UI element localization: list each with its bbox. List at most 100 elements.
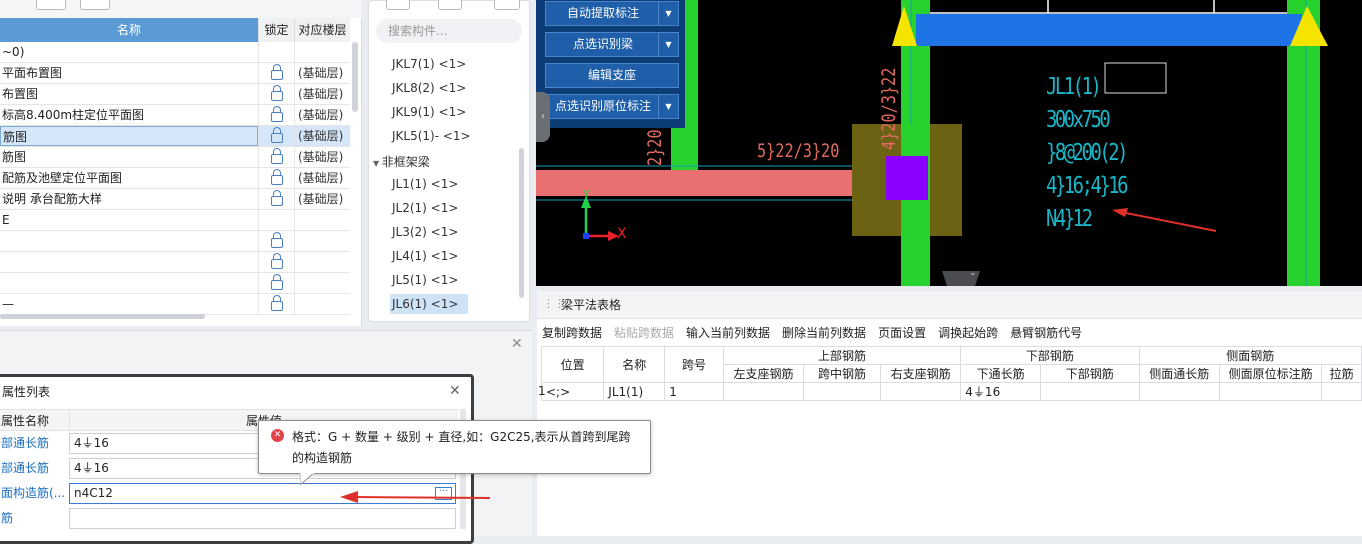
- cell-position[interactable]: <;>: [540, 382, 605, 401]
- col-position[interactable]: 位置: [540, 346, 605, 383]
- col-name[interactable]: 名称: [603, 346, 666, 383]
- component-item[interactable]: JL5(1) <1>: [392, 270, 458, 290]
- toolbar-button[interactable]: 删除当前列数据: [782, 326, 866, 340]
- table-row[interactable]: 配筋及池壁定位平面图 (基础层): [0, 168, 350, 189]
- cell-left-support[interactable]: [722, 382, 805, 401]
- col-bottom[interactable]: 下部钢筋: [1039, 364, 1140, 383]
- drawing-list-hscrollbar[interactable]: [0, 314, 205, 319]
- component-item[interactable]: JKL8(2) <1>: [392, 78, 466, 98]
- cell-name[interactable]: JL1(1): [603, 382, 666, 401]
- col-right-support[interactable]: 右支座钢筋: [879, 364, 962, 383]
- lock-cell[interactable]: [258, 42, 294, 62]
- cell-bottom-cont[interactable]: 4⏚16: [960, 382, 1041, 401]
- component-item[interactable]: JL6(1) <1>: [390, 294, 469, 314]
- lock-cell[interactable]: [258, 189, 294, 209]
- toolbar-button[interactable]: 粘贴跨数据: [614, 326, 674, 340]
- drag-grip-icon[interactable]: ⋮⋮: [543, 297, 565, 310]
- lock-icon[interactable]: [270, 190, 283, 206]
- lock-cell[interactable]: [258, 126, 294, 146]
- lock-icon[interactable]: [270, 127, 283, 143]
- lock-cell[interactable]: [258, 273, 294, 293]
- cell-tie[interactable]: [1321, 382, 1362, 401]
- col-span[interactable]: 跨号: [664, 346, 724, 383]
- lock-icon[interactable]: [270, 232, 283, 248]
- cad-command-button[interactable]: 点选识别梁 ▼: [545, 32, 679, 57]
- table-row[interactable]: 布置图 (基础层): [0, 84, 350, 105]
- table-row[interactable]: <;> JL1(1) 1 4⏚16: [540, 382, 1362, 401]
- col-tie[interactable]: 拉筋: [1321, 364, 1362, 383]
- lock-icon[interactable]: [270, 274, 283, 290]
- drawing-list-scrollbar[interactable]: [352, 42, 358, 112]
- table-row[interactable]: —: [0, 294, 350, 315]
- component-item[interactable]: JKL5(1)- <1>: [392, 126, 471, 146]
- lock-cell[interactable]: [258, 105, 294, 125]
- component-toolbar-button-3[interactable]: [494, 0, 520, 10]
- table-row[interactable]: E: [0, 210, 350, 231]
- toolbar-button[interactable]: 复制跨数据: [542, 326, 602, 340]
- lock-icon[interactable]: [270, 295, 283, 311]
- cad-command-button[interactable]: 自动提取标注 ▼: [545, 1, 679, 26]
- lock-cell[interactable]: [258, 252, 294, 272]
- component-toolbar-button[interactable]: [386, 0, 410, 10]
- cell-side-cont[interactable]: [1138, 382, 1220, 401]
- table-row[interactable]: [0, 231, 350, 252]
- header-floor[interactable]: 对应楼层: [294, 18, 350, 42]
- dropdown-arrow-icon[interactable]: ▼: [658, 33, 678, 56]
- cad-command-button[interactable]: 点选识别原位标注 ▼: [545, 94, 679, 119]
- toolbar-button[interactable]: 调换起始跨: [938, 326, 998, 340]
- table-row[interactable]: 平面布置图 (基础层): [0, 63, 350, 84]
- col-left-support[interactable]: 左支座钢筋: [722, 364, 805, 383]
- col-side-cont[interactable]: 侧面通长筋: [1138, 364, 1220, 383]
- cell-span[interactable]: 1: [664, 382, 724, 401]
- header-name[interactable]: 名称: [0, 18, 258, 42]
- dropdown-arrow-icon[interactable]: ▼: [658, 2, 678, 25]
- col-bottom-cont[interactable]: 下通长筋: [960, 364, 1041, 383]
- lock-icon[interactable]: [270, 148, 283, 164]
- close-icon[interactable]: ✕: [511, 336, 523, 352]
- property-close-icon[interactable]: ✕: [449, 383, 461, 399]
- property-value-input[interactable]: [69, 508, 456, 529]
- lock-icon[interactable]: [270, 85, 283, 101]
- col-mid-span[interactable]: 跨中钢筋: [803, 364, 881, 383]
- table-row[interactable]: 筋图 (基础层): [0, 126, 350, 147]
- table-row[interactable]: 标高8.400m柱定位平面图 (基础层): [0, 105, 350, 126]
- component-item[interactable]: JKL9(1) <1>: [392, 102, 466, 122]
- cell-mid-span[interactable]: [803, 382, 881, 401]
- dropdown-arrow-icon[interactable]: ▼: [658, 95, 678, 118]
- collapse-chevron-icon[interactable]: ⌄: [969, 268, 977, 278]
- cad-command-button[interactable]: 编辑支座: [545, 63, 679, 88]
- lock-cell[interactable]: [258, 231, 294, 251]
- cell-side-orig[interactable]: [1218, 382, 1323, 401]
- lock-icon[interactable]: [270, 106, 283, 122]
- table-row[interactable]: [0, 252, 350, 273]
- component-item[interactable]: JL4(1) <1>: [392, 246, 458, 266]
- toolbar-button-2[interactable]: [80, 0, 110, 10]
- table-row[interactable]: 筋图 (基础层): [0, 147, 350, 168]
- lock-cell[interactable]: [258, 210, 294, 230]
- component-item[interactable]: JL2(1) <1>: [392, 198, 458, 218]
- lock-icon[interactable]: [270, 64, 283, 80]
- lock-cell[interactable]: [258, 294, 294, 314]
- component-item[interactable]: JKL7(1) <1>: [392, 54, 466, 74]
- property-row[interactable]: 筋: [0, 506, 458, 531]
- lock-icon[interactable]: [270, 169, 283, 185]
- cell-right-support[interactable]: [879, 382, 962, 401]
- toolbar-button-1[interactable]: [36, 0, 66, 10]
- lock-cell[interactable]: [258, 84, 294, 104]
- component-scrollbar[interactable]: [519, 148, 524, 298]
- lock-icon[interactable]: [270, 253, 283, 269]
- lock-cell[interactable]: [258, 168, 294, 188]
- component-item[interactable]: JL3(2) <1>: [392, 222, 458, 242]
- component-item[interactable]: JL1(1) <1>: [392, 174, 458, 194]
- col-side-orig[interactable]: 侧面原位标注筋: [1218, 364, 1323, 383]
- cell-bottom[interactable]: [1039, 382, 1140, 401]
- selected-beam[interactable]: [916, 14, 1302, 46]
- expand-triangle-icon[interactable]: ▼: [373, 159, 382, 168]
- lock-cell[interactable]: [258, 147, 294, 167]
- component-search-input[interactable]: 搜索构件...: [376, 19, 522, 43]
- toolbar-button[interactable]: 页面设置: [878, 326, 926, 340]
- component-group-nonframe-beam[interactable]: ▼ 非框架梁: [373, 152, 430, 172]
- table-row[interactable]: ~0): [0, 42, 350, 63]
- table-row[interactable]: [0, 273, 350, 294]
- table-row[interactable]: 说明 承台配筋大样 (基础层): [0, 189, 350, 210]
